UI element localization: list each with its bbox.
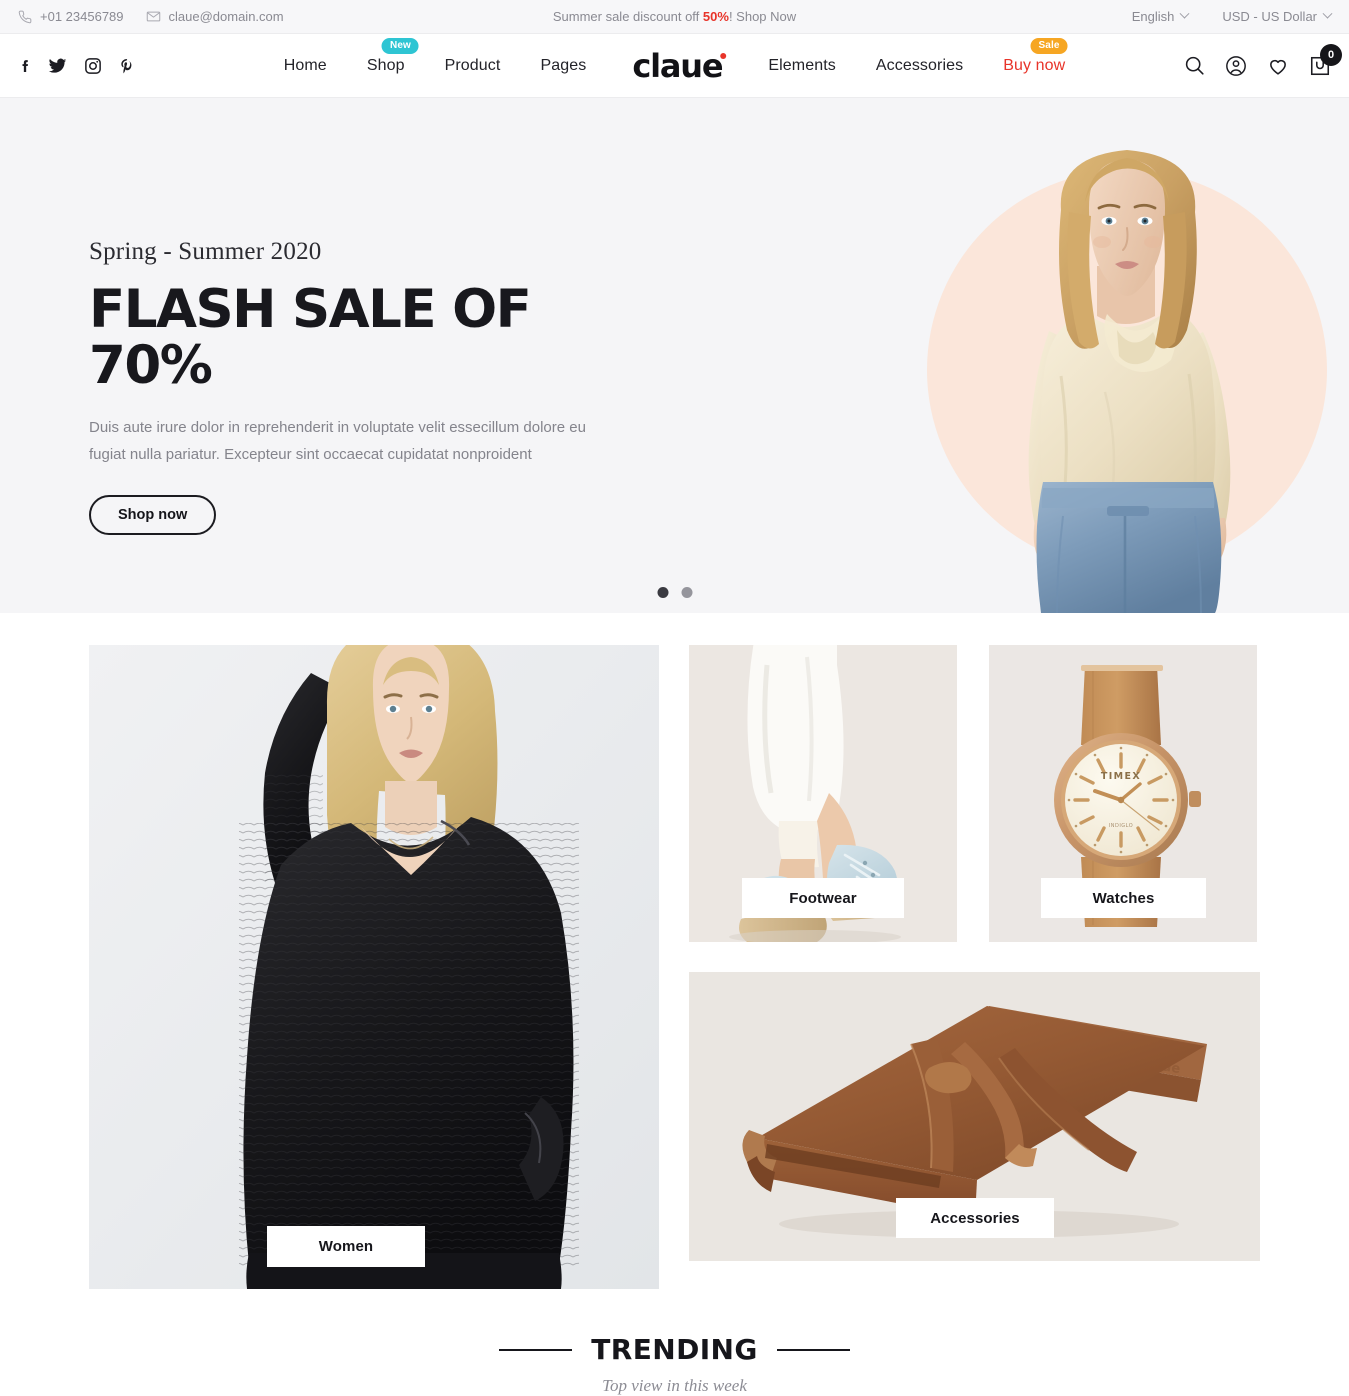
- carousel-dots: [657, 587, 692, 598]
- twitter-icon[interactable]: [48, 56, 67, 76]
- instagram-icon[interactable]: [84, 57, 102, 75]
- hero-title: FLASH SALE OF 70%: [89, 279, 532, 396]
- phone-icon: [18, 10, 32, 24]
- promo-text-post: ! Shop Now: [728, 9, 797, 24]
- category-card-accessories[interactable]: claue: [689, 972, 1260, 1261]
- phone-contact[interactable]: +01 23456789: [18, 9, 124, 24]
- chevron-down-icon: [1322, 8, 1333, 19]
- women-category-image: [89, 645, 659, 1289]
- hero-eyebrow: Spring - Summer 2020: [89, 238, 322, 265]
- logo-text: claue: [632, 46, 723, 85]
- nav-link-product[interactable]: Product: [425, 57, 521, 75]
- envelope-icon: [146, 9, 161, 24]
- svg-text:INDIGLO: INDIGLO: [1109, 823, 1133, 829]
- social-links: [18, 56, 135, 76]
- cart-count-badge: 0: [1320, 43, 1342, 66]
- nav-link-label: Buy now: [1003, 56, 1066, 74]
- pinterest-icon[interactable]: [119, 56, 135, 76]
- hero-description: Duis aute irure dolor in reprehenderit i…: [89, 419, 586, 463]
- category-card-footwear[interactable]: Footwear: [689, 645, 957, 942]
- trending-rule-right: [776, 1348, 850, 1351]
- category-label-watches: Watches: [1041, 878, 1206, 918]
- nav-link-pages[interactable]: Pages: [520, 57, 606, 75]
- category-label-accessories: Accessories: [896, 1198, 1054, 1238]
- category-label-footwear: Footwear: [742, 878, 904, 918]
- category-card-watches[interactable]: TIMEX INDIGLO Watches: [989, 645, 1257, 942]
- email-contact[interactable]: claue@domain.com: [146, 9, 284, 24]
- trending-subtitle: Top view in this week: [602, 1376, 747, 1395]
- account-icon[interactable]: [1225, 55, 1247, 77]
- nav-links-group: Home New Shop Product Pages claue Elemen…: [264, 37, 1086, 82]
- carousel-dot-2[interactable]: [681, 587, 692, 598]
- trending-title: TRENDING: [591, 1333, 758, 1366]
- wishlist-heart-icon[interactable]: [1267, 55, 1289, 77]
- language-selector[interactable]: English: [1131, 8, 1190, 24]
- carousel-dot-1[interactable]: [657, 587, 668, 598]
- nav-action-icons: 0: [1184, 43, 1342, 77]
- badge-sale: Sale: [1030, 37, 1068, 54]
- logo-dot-icon: [720, 52, 727, 59]
- nav-link-label: Elements: [768, 56, 836, 74]
- main-navigation: Home New Shop Product Pages claue Elemen…: [0, 34, 1349, 98]
- badge-new: New: [382, 37, 419, 54]
- chevron-down-icon: [1179, 8, 1190, 19]
- trending-section: TRENDING Top view in this week: [0, 1333, 1349, 1396]
- category-column-left: Women: [89, 645, 659, 1289]
- nav-link-label: Pages: [540, 56, 587, 74]
- top-bar: +01 23456789 claue@domain.com Summer sal…: [0, 0, 1349, 34]
- category-label-women: Women: [267, 1226, 425, 1267]
- promo-percent: 50%: [702, 9, 729, 24]
- currency-selector[interactable]: USD - US Dollar: [1222, 8, 1333, 24]
- hero-shop-now-button[interactable]: Shop now: [89, 494, 217, 535]
- nav-link-accessories[interactable]: Accessories: [856, 57, 983, 75]
- nav-link-label: Shop: [366, 56, 405, 74]
- nav-link-label: Accessories: [875, 56, 964, 74]
- trending-rule-left: [499, 1348, 573, 1351]
- hero-model-image: [789, 98, 1349, 613]
- svg-text:TIMEX: TIMEX: [1101, 771, 1141, 782]
- facebook-icon[interactable]: [18, 56, 31, 76]
- language-value: English: [1131, 9, 1175, 24]
- site-logo[interactable]: claue: [606, 50, 748, 82]
- nav-link-shop[interactable]: New Shop: [347, 37, 425, 75]
- nav-link-elements[interactable]: Elements: [748, 57, 856, 75]
- promo-message[interactable]: Summer sale discount off 50%! Shop Now: [553, 9, 796, 24]
- category-row-top: Footwear TIMEX INDIGLO Watches: [689, 645, 1260, 942]
- nav-link-label: Product: [444, 56, 501, 74]
- category-column-right: Footwear TIMEX INDIGLO Watches Accessori…: [689, 645, 1260, 1289]
- nav-link-buy-now[interactable]: Sale Buy now: [983, 37, 1085, 75]
- nav-link-home[interactable]: Home: [264, 57, 347, 75]
- category-grid: Women Footwear TIMEX INDIGLO Watches Acc…: [0, 613, 1349, 1289]
- phone-number: +01 23456789: [40, 9, 124, 24]
- nav-link-label: Home: [283, 56, 327, 74]
- email-address: claue@domain.com: [168, 9, 284, 24]
- hero-banner: Spring - Summer 2020 FLASH SALE OF 70% D…: [0, 98, 1349, 613]
- hero-model-illustration: [1028, 150, 1231, 613]
- hero-text-block: Spring - Summer 2020 FLASH SALE OF 70% D…: [89, 238, 649, 535]
- category-card-women[interactable]: Women: [89, 645, 659, 1289]
- promo-text-pre: Summer sale discount off: [552, 9, 703, 24]
- cart-icon[interactable]: 0: [1309, 43, 1342, 77]
- topbar-contact-group: +01 23456789 claue@domain.com: [18, 9, 284, 24]
- topbar-selectors: English USD - US Dollar: [1131, 8, 1333, 24]
- currency-value: USD - US Dollar: [1222, 9, 1317, 24]
- search-icon[interactable]: [1184, 55, 1205, 76]
- trending-heading-row: TRENDING: [0, 1333, 1349, 1366]
